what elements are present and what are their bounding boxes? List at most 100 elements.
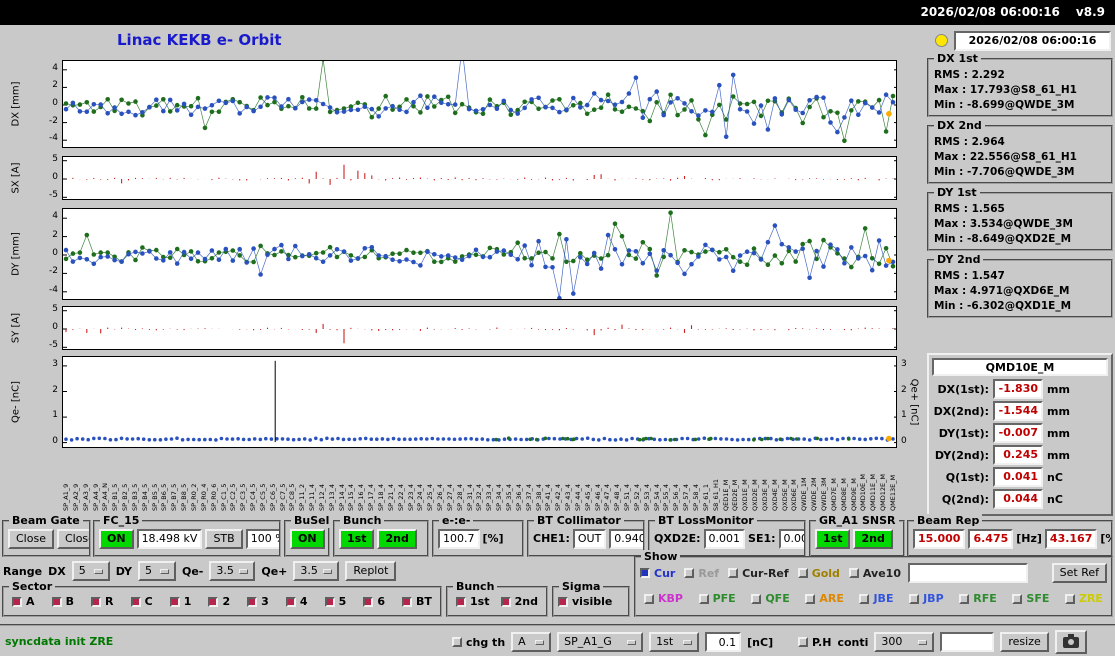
bunch-checkbox-1st[interactable]: 1st — [456, 595, 489, 608]
range-dx-select[interactable]: 5 — [71, 561, 110, 581]
conti-label: conti — [837, 635, 869, 649]
x-tick-label: SP_17_4 — [367, 484, 376, 511]
fc15-frame: FC_15 ON 18.498 kV STB 100 % — [93, 514, 281, 557]
show-checkbox-cur[interactable]: Cur — [640, 567, 675, 580]
busel-legend: BuSel — [291, 514, 333, 528]
show-checkbox-are[interactable]: ARE — [805, 592, 844, 605]
show-checkbox-kbp[interactable]: KBP — [644, 592, 683, 605]
orbit-stats-frames: DX 1st RMS : 2.292 Max : 17.793@S8_61_H1 Mi… — [927, 52, 1113, 326]
bpm-select[interactable]: SP_A1_G — [557, 632, 644, 652]
sector-checkbox-bt[interactable]: BT — [402, 595, 432, 608]
checkbox-label: ARE — [819, 592, 844, 605]
monitor-row: DX(2nd): -1.544 mm — [933, 401, 1107, 421]
sector-checkboxes: A B R C 1 2 3 4 5 6 BT — [4, 588, 440, 615]
acquisition-group: P.H conti 300 resize — [798, 630, 1087, 654]
resize-button[interactable]: resize — [1000, 632, 1049, 652]
checkbox-indicator — [285, 596, 296, 607]
busel-frame: BuSel ON — [284, 514, 333, 557]
beam-gate-close-button-1[interactable]: Close — [8, 528, 54, 549]
monitor-unit: nC — [1047, 492, 1063, 506]
range-dy-select[interactable]: 5 — [137, 561, 176, 581]
bt-collimator-frame: BT Collimator CHE1: OUT 0.940 — [527, 514, 645, 557]
show-checkbox-jbe[interactable]: JBE — [859, 592, 893, 605]
x-tick-label: SP_B8_5 — [180, 483, 189, 511]
fc15-on-button[interactable]: ON — [99, 528, 134, 549]
snsr-1st-button[interactable]: 1st — [815, 528, 851, 549]
show-checkbox-jbp[interactable]: JBP — [909, 592, 944, 605]
x-tick-label: SP_28_4 — [455, 484, 464, 511]
bunch-2nd-button[interactable]: 2nd — [377, 528, 417, 549]
snapshot-button[interactable] — [1054, 630, 1087, 654]
sector-a-select[interactable]: A — [511, 632, 552, 652]
chg-th-checkbox[interactable]: chg th — [452, 636, 505, 649]
range-qep-select[interactable]: 3.5 — [293, 561, 340, 581]
sigma-checkbox-visible[interactable]: visible — [558, 595, 612, 608]
sector-checkbox-a[interactable]: A — [12, 595, 35, 608]
checkbox-indicator — [247, 596, 258, 607]
bunch-filter-legend: Bunch — [453, 580, 498, 594]
monitor-unit: nC — [1047, 470, 1063, 484]
ref-file-input[interactable] — [907, 563, 1028, 583]
y-tick-label: 1 — [52, 410, 58, 421]
range-qem-select[interactable]: 3.5 — [209, 561, 256, 581]
show-checkbox-zre[interactable]: ZRE — [1064, 592, 1103, 605]
sector-checkbox-4[interactable]: 4 — [285, 595, 308, 608]
beam-rep-value3-display: 43.167 — [1044, 528, 1098, 549]
interval-select[interactable]: 300 — [874, 632, 935, 652]
replot-button[interactable]: Replot — [345, 561, 397, 581]
y-tick-label: -5 — [49, 190, 58, 201]
show-checkbox-sfe[interactable]: SFE — [1012, 592, 1049, 605]
threshold-group: chg th A SP_A1_G 1st [nC] — [452, 630, 773, 654]
plot-q — [62, 356, 897, 448]
checkbox-indicator — [130, 596, 141, 607]
snsr-2nd-button[interactable]: 2nd — [853, 528, 893, 549]
bunch-checkbox-2nd[interactable]: 2nd — [500, 595, 538, 608]
x-tick-label: QXD1E_M — [741, 479, 750, 511]
x-tick-label: SP_37_4 — [524, 484, 533, 511]
y-tick-label: 0 — [52, 98, 58, 108]
x-tick-label: SP_C8_5 — [288, 483, 297, 511]
checkbox-indicator — [640, 568, 650, 578]
show-checkbox-ave10[interactable]: Ave10 — [848, 567, 901, 580]
x-tick-label: S8_61_H1 — [711, 478, 720, 511]
y-tick-label: 4 — [52, 211, 58, 222]
sector-checkbox-5[interactable]: 5 — [324, 595, 346, 608]
show-checkbox-gold[interactable]: Gold — [797, 567, 840, 580]
busel-on-button[interactable]: ON — [290, 528, 325, 549]
set-ref-button[interactable]: Set Ref — [1051, 563, 1107, 583]
show-checkbox-pfe[interactable]: PFE — [698, 592, 736, 605]
ee-ratio-display: 100.7 — [438, 528, 480, 549]
sector-checkbox-1[interactable]: 1 — [169, 595, 191, 608]
stats-line: Min : -8.649@QXD2E_M — [934, 233, 1072, 245]
threshold-input[interactable] — [705, 632, 742, 652]
checkbox-indicator — [959, 593, 970, 604]
sector-checkbox-b[interactable]: B — [51, 595, 74, 608]
ee-ratio-legend: e-:e- — [439, 514, 474, 528]
sector-checkbox-2[interactable]: 2 — [208, 595, 230, 608]
beam-gate-legend: Beam Gate — [9, 514, 83, 528]
show-checkbox-rfe[interactable]: RFE — [959, 592, 997, 605]
sector-checkbox-6[interactable]: 6 — [363, 595, 385, 608]
aux-input[interactable] — [940, 632, 995, 652]
x-tick-label: QED2E_M — [731, 479, 740, 511]
beam-rep-pct-unit: [%] — [1100, 532, 1111, 545]
y-tick-label-right: 3 — [901, 358, 907, 369]
bunch-th-select[interactable]: 1st — [649, 632, 700, 652]
bunch-1st-button[interactable]: 1st — [339, 528, 375, 549]
fc15-stb-button[interactable]: STB — [205, 528, 243, 549]
show-checkbox-cur-ref[interactable]: Cur-Ref — [728, 567, 789, 580]
sector-checkbox-r[interactable]: R — [91, 595, 114, 608]
x-tick-label: QWDE_2M — [810, 477, 819, 511]
beam-gate-close-button-2[interactable]: Close — [56, 528, 89, 549]
show-checkbox-ref[interactable]: Ref — [684, 567, 719, 580]
sector-checkbox-3[interactable]: 3 — [247, 595, 269, 608]
sector-checkbox-c[interactable]: C — [130, 595, 153, 608]
checkbox-indicator — [1012, 593, 1023, 604]
show-checkbox-qfe[interactable]: QFE — [751, 592, 790, 605]
y-tick-label-right: 1 — [901, 410, 907, 421]
checkbox-label: Cur-Ref — [742, 566, 789, 580]
x-tick-label: SP_B2_5 — [121, 483, 130, 511]
ph-checkbox[interactable]: P.H — [798, 636, 831, 649]
x-tick-label: SP_58_4 — [692, 484, 700, 511]
x-tick-label: SP_13_4 — [327, 484, 336, 511]
